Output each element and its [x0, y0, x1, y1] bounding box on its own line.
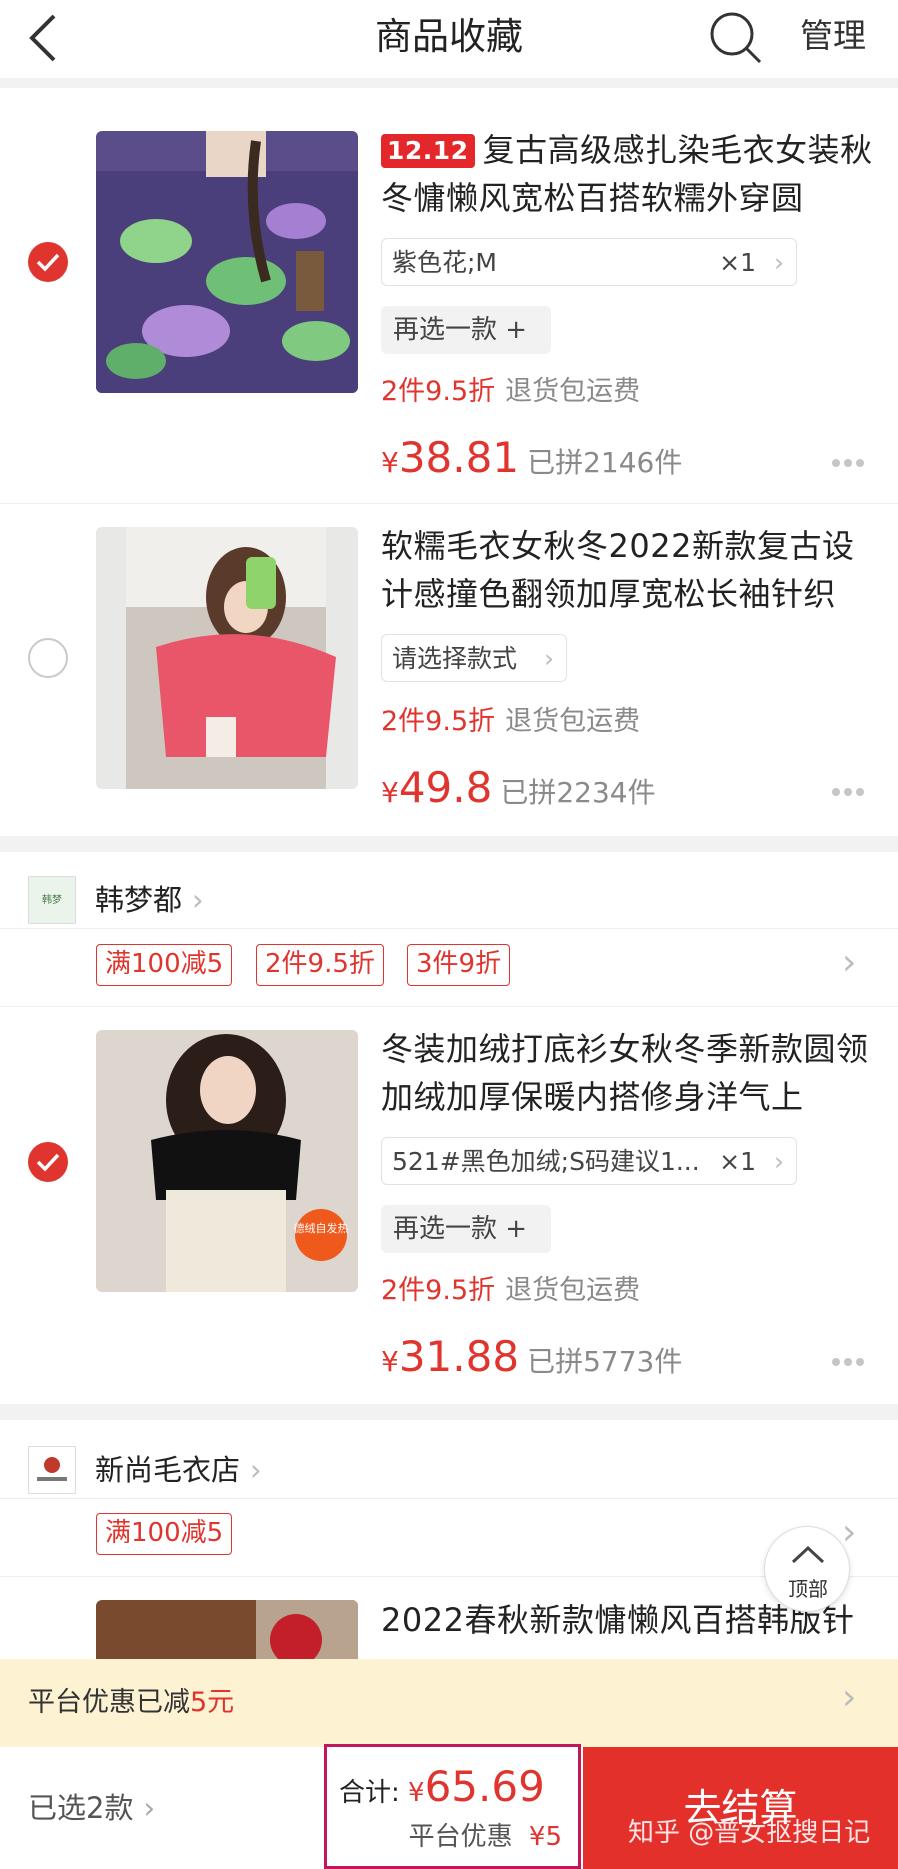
chevron-right-icon: › [544, 644, 554, 673]
more-icon[interactable] [832, 1351, 872, 1366]
divider [0, 1576, 898, 1577]
svg-text:德绒自发热: 德绒自发热 [294, 1221, 349, 1235]
selected-count[interactable]: 已选2款 › [28, 1786, 155, 1830]
promo-info: 2件9.5折 退货包运费 [381, 376, 641, 407]
item-checkbox[interactable] [28, 242, 68, 282]
divider [0, 928, 898, 929]
product-thumbnail[interactable] [96, 1600, 358, 1659]
checkout-button[interactable]: 去结算 [583, 1747, 898, 1869]
product-thumbnail[interactable] [96, 131, 358, 393]
back-to-top-button[interactable]: 顶部 [764, 1526, 850, 1612]
reselect-button[interactable]: 再选一款 + [381, 306, 551, 354]
divider [0, 1498, 898, 1499]
promo-tag: 满100减5 [96, 944, 233, 986]
shop-name[interactable]: 新尚毛衣店 › [95, 1448, 262, 1492]
price-row: ¥31.88 已拼5773件 [381, 1332, 683, 1381]
divider [0, 1006, 898, 1007]
promo-info: 2件9.5折 退货包运费 [381, 706, 641, 737]
total-summary: 合计: ¥65.69 平台优惠 ¥5 [324, 1744, 581, 1869]
chevron-right-icon: › [774, 1147, 784, 1176]
item-checkbox[interactable] [28, 1142, 68, 1182]
promo-tag: 3件9折 [407, 944, 511, 986]
shop-logo [28, 1446, 76, 1494]
price-row: ¥38.81 已拼2146件 [381, 433, 683, 482]
platform-discount-banner[interactable]: 平台优惠已减5元 › [0, 1659, 898, 1747]
product-thumbnail[interactable] [96, 527, 358, 789]
item-checkbox[interactable] [28, 638, 68, 678]
chevron-right-icon: › [250, 1453, 262, 1487]
chevron-up-icon [791, 1545, 825, 1564]
promo-tag: 满100减5 [96, 1513, 233, 1555]
sku-selector[interactable]: 紫色花;M ×1 › [381, 238, 797, 286]
more-icon[interactable] [832, 781, 872, 796]
total-label: 合计: [339, 1778, 400, 1808]
chevron-right-icon[interactable]: › [842, 942, 856, 983]
chevron-right-icon: › [192, 883, 204, 917]
product-title[interactable]: 12.12 复古高级感扎染毛衣女装秋冬慵懒风宽松百搭软糯外穿圆 [381, 126, 881, 222]
divider [0, 503, 898, 504]
shop-name[interactable]: 韩梦都 › [95, 878, 204, 922]
sku-selector[interactable]: 请选择款式 › [381, 634, 567, 682]
product-title[interactable]: 软糯毛衣女秋冬2022新款复古设计感撞色翻领加厚宽松长袖针织 [381, 522, 881, 618]
promo-info: 2件9.5折 退货包运费 [381, 1275, 641, 1306]
chevron-right-icon: › [143, 1791, 156, 1825]
total-amount: 65.69 [424, 1762, 545, 1811]
discount-label: 平台优惠 [408, 1822, 513, 1852]
sale-badge: 12.12 [381, 134, 475, 168]
price-row: ¥49.8 已拼2234件 [381, 763, 656, 812]
search-icon[interactable] [706, 8, 766, 68]
chevron-right-icon: › [842, 1677, 857, 1718]
more-icon[interactable] [832, 452, 872, 467]
reselect-button[interactable]: 再选一款 + [381, 1205, 551, 1253]
product-thumbnail[interactable]: 德绒自发热 [96, 1030, 358, 1292]
discount-amount: ¥5 [528, 1822, 562, 1852]
promo-tag: 2件9.5折 [256, 944, 384, 986]
manage-button[interactable]: 管理 [800, 14, 866, 58]
chevron-right-icon: › [774, 248, 784, 277]
shop-logo: 韩梦 [28, 876, 76, 924]
sku-selector[interactable]: 521#黑色加绒;S码建议1... ×1 › [381, 1137, 797, 1185]
watermark: 知乎 @普女抠搜日记 [628, 1818, 871, 1848]
product-title[interactable]: 冬装加绒打底衫女秋冬季新款圆领加绒加厚保暖内搭修身洋气上 [381, 1025, 881, 1121]
